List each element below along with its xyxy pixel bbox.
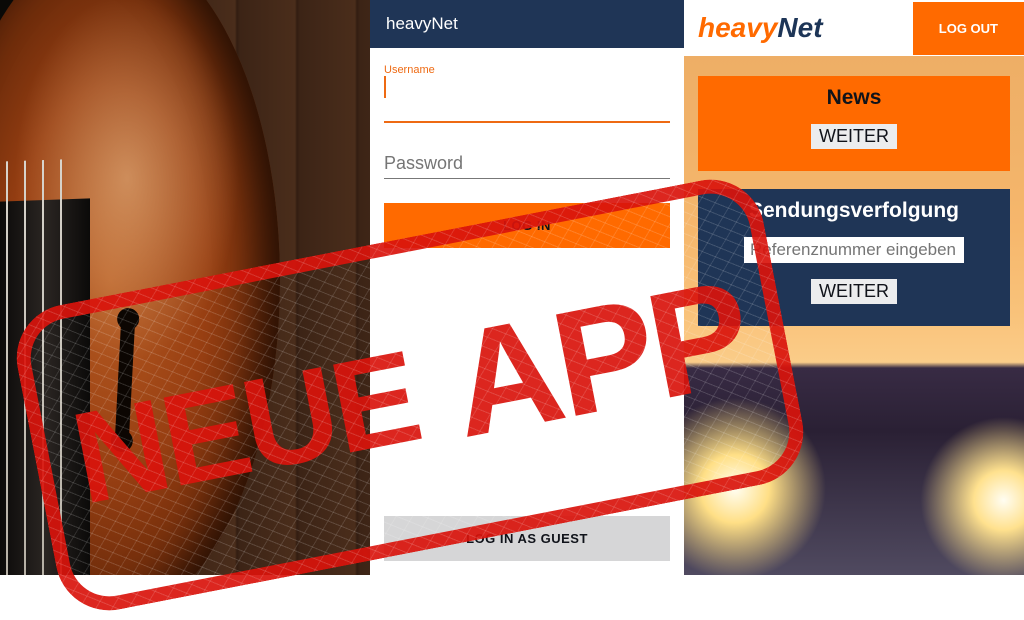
violin-string	[6, 161, 8, 575]
tracking-reference-input[interactable]	[744, 237, 964, 263]
password-input[interactable]	[384, 149, 670, 179]
brand-logo: heavyNet	[698, 12, 823, 44]
dashboard-screen: heavyNet LOG OUT News WEITER Sendungsver…	[684, 0, 1024, 575]
login-form: Username LOG IN	[370, 48, 684, 516]
violin-string	[60, 159, 62, 575]
tracking-continue-button[interactable]: WEITER	[811, 279, 897, 304]
login-button[interactable]: LOG IN	[384, 203, 670, 248]
news-card: News WEITER	[698, 76, 1010, 171]
app-title: heavyNet	[386, 14, 458, 33]
brand-logo-part2: Net	[777, 12, 822, 43]
username-label: Username	[384, 64, 670, 76]
dashboard-header: heavyNet LOG OUT	[684, 0, 1024, 56]
guest-login-button[interactable]: LOG IN AS GUEST	[384, 516, 670, 561]
violin-fingerboard	[0, 198, 90, 575]
violin-string	[24, 161, 26, 575]
news-title: News	[712, 86, 996, 110]
username-input[interactable]	[384, 94, 670, 123]
app-title-bar: heavyNet	[370, 0, 684, 48]
violin-string	[42, 160, 44, 575]
dashboard-body: News WEITER Sendungsverfolgung WEITER	[684, 56, 1024, 326]
login-screen: heavyNet Username LOG IN LOG IN AS GUEST	[370, 0, 684, 575]
promo-background	[0, 0, 370, 575]
news-continue-button[interactable]: WEITER	[811, 124, 897, 149]
tracking-title: Sendungsverfolgung	[712, 199, 996, 223]
logout-button[interactable]: LOG OUT	[913, 2, 1024, 55]
brand-logo-part1: heavy	[698, 12, 777, 43]
tracking-card: Sendungsverfolgung WEITER	[698, 189, 1010, 326]
